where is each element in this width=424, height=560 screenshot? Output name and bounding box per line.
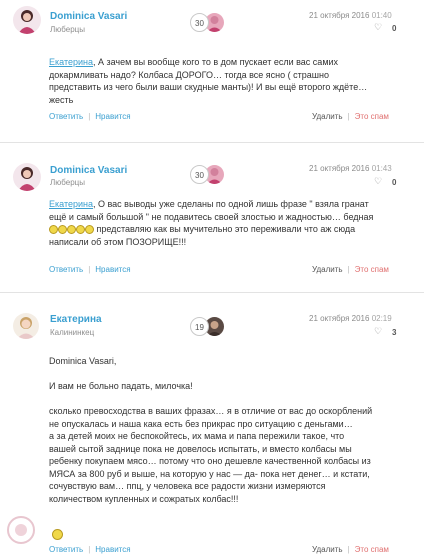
smile-emoji-icon xyxy=(76,225,85,235)
like-count: 3 xyxy=(392,328,397,337)
comment-date: 21 октября 2016 01:40 xyxy=(309,11,392,20)
heart-icon[interactable]: ♡ xyxy=(374,22,382,33)
smile-emoji-icon xyxy=(58,225,67,235)
moderation-actions: Удалить | Это спам xyxy=(312,112,389,121)
smile-emoji-icon xyxy=(85,225,94,235)
heart-icon[interactable]: ♡ xyxy=(374,176,382,187)
spam-link[interactable]: Это спам xyxy=(355,112,389,121)
site-logo-icon xyxy=(6,515,36,545)
spam-link[interactable]: Это спам xyxy=(355,265,389,274)
divider xyxy=(0,142,424,143)
comment-actions: Ответить | Нравится xyxy=(49,265,131,274)
date-text: 21 октября 2016 xyxy=(309,164,370,173)
comment-date: 21 октября 2016 02:19 xyxy=(309,314,392,323)
avatar[interactable] xyxy=(13,6,41,34)
like-count: 0 xyxy=(392,24,397,33)
smile-emoji-icon xyxy=(49,225,58,235)
comment-actions: Ответить | Нравится xyxy=(49,545,131,554)
greeting-text: И вам не больно падать, милочка! xyxy=(49,381,193,391)
comment-date: 21 октября 2016 01:43 xyxy=(309,164,392,173)
smile-emoji-icon xyxy=(67,225,76,235)
reply-link[interactable]: Ответить xyxy=(49,112,83,121)
comment-actions: Ответить | Нравится xyxy=(49,112,131,121)
delete-link[interactable]: Удалить xyxy=(312,545,343,554)
divider xyxy=(0,292,424,293)
time-text: 01:40 xyxy=(371,11,392,20)
spam-link[interactable]: Это спам xyxy=(355,545,389,554)
rating-badge: 30 xyxy=(190,165,209,184)
moderation-actions: Удалить | Это спам xyxy=(312,545,389,554)
comment-body: сколько превосходства в ваших фразах… я … xyxy=(49,406,373,504)
author-name[interactable]: Екатерина xyxy=(50,314,102,325)
smile-emoji-icon xyxy=(52,526,63,544)
like-link[interactable]: Нравится xyxy=(95,265,130,274)
avatar[interactable] xyxy=(13,313,39,339)
author-city: Люберцы xyxy=(50,178,85,187)
mention-link[interactable]: Екатерина xyxy=(49,57,93,67)
avatar[interactable] xyxy=(13,163,41,191)
mention-link[interactable]: Dominica Vasari xyxy=(49,356,114,366)
delete-link[interactable]: Удалить xyxy=(312,265,343,274)
reply-link[interactable]: Ответить xyxy=(49,545,83,554)
rating-badge: 19 xyxy=(190,317,209,336)
emoji-group xyxy=(49,224,94,235)
date-text: 21 октября 2016 xyxy=(309,314,370,323)
moderation-actions: Удалить | Это спам xyxy=(312,265,389,274)
time-text: 01:43 xyxy=(371,164,392,173)
heart-icon[interactable]: ♡ xyxy=(374,326,382,337)
comment-body: Екатерина, А зачем вы вообще кого то в д… xyxy=(49,57,368,105)
rating-badge: 30 xyxy=(190,13,209,32)
reply-mention: Dominica Vasari, xyxy=(49,356,117,366)
like-link[interactable]: Нравится xyxy=(95,545,130,554)
author-name[interactable]: Dominica Vasari xyxy=(50,11,127,22)
comment-body: Екатерина, О вас выводы уже сделаны по о… xyxy=(49,199,374,247)
date-text: 21 октября 2016 xyxy=(309,11,370,20)
reply-link[interactable]: Ответить xyxy=(49,265,83,274)
author-city: Калининкец xyxy=(50,328,95,337)
mention-link[interactable]: Екатерина xyxy=(49,199,93,209)
delete-link[interactable]: Удалить xyxy=(312,112,343,121)
time-text: 02:19 xyxy=(371,314,392,323)
like-count: 0 xyxy=(392,178,397,187)
like-link[interactable]: Нравится xyxy=(95,112,130,121)
author-city: Люберцы xyxy=(50,25,85,34)
author-name[interactable]: Dominica Vasari xyxy=(50,165,127,176)
